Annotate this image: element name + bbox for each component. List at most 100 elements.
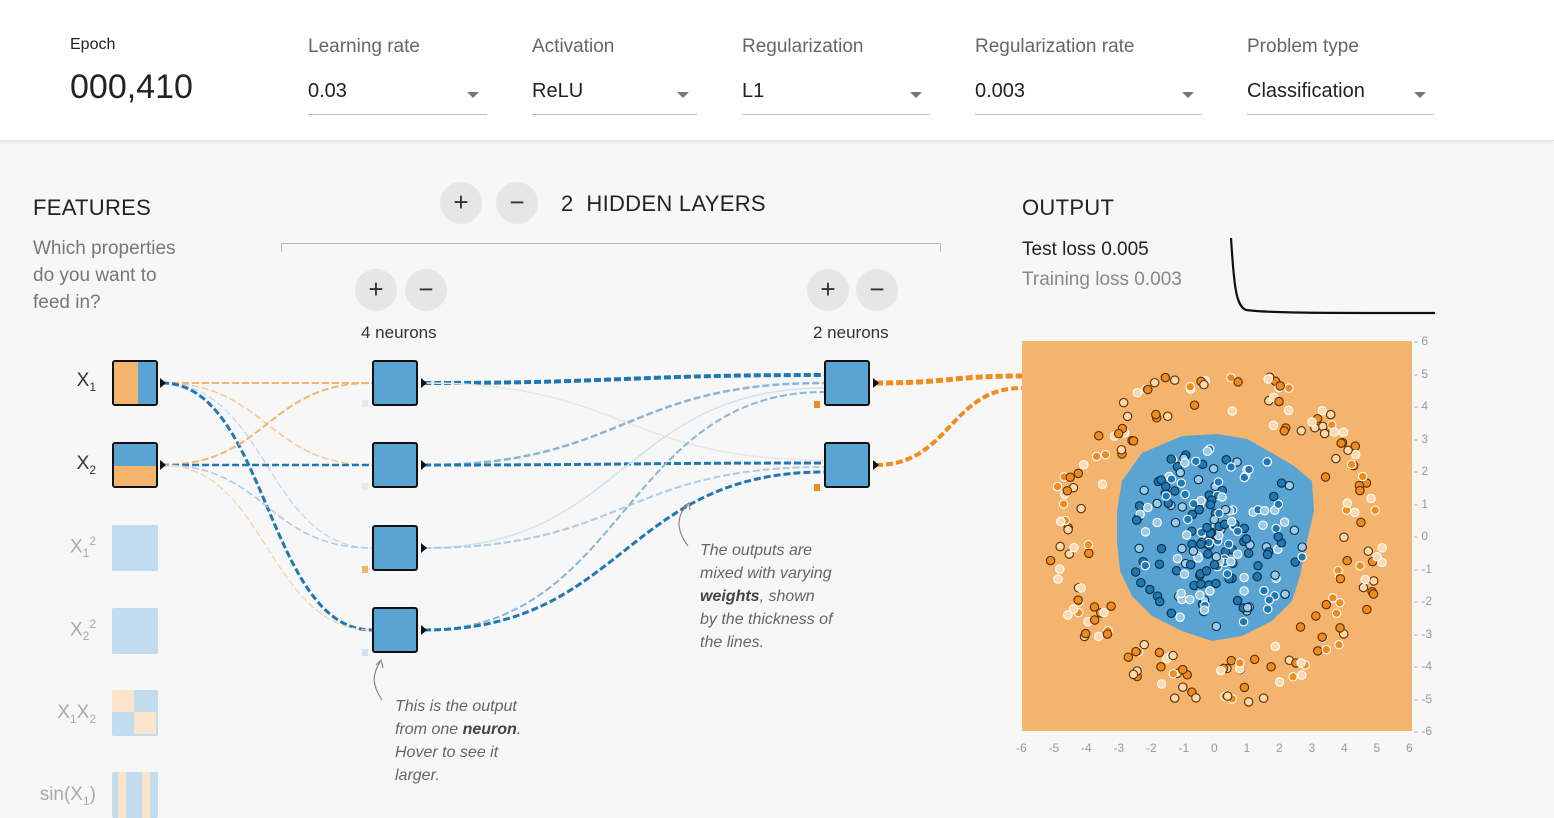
data-point xyxy=(1263,374,1273,384)
data-point xyxy=(1152,517,1162,528)
data-point xyxy=(1317,632,1327,642)
feature-node-sin-x1[interactable] xyxy=(112,772,158,818)
data-point xyxy=(1140,560,1151,571)
data-point xyxy=(1188,546,1199,556)
output-heading: OUTPUT xyxy=(1022,195,1115,220)
data-point xyxy=(1156,679,1167,689)
data-point xyxy=(1208,464,1219,474)
neuron-node[interactable] xyxy=(824,442,870,488)
data-point xyxy=(1226,516,1237,527)
neuron-node[interactable] xyxy=(372,360,418,406)
feature-node-x1x2[interactable] xyxy=(112,690,158,736)
bias-marker xyxy=(362,566,368,573)
data-point xyxy=(1179,569,1190,579)
data-point xyxy=(1097,479,1108,489)
add-layer-button[interactable]: + xyxy=(440,182,482,224)
neuron-node[interactable] xyxy=(824,360,870,406)
data-point xyxy=(1268,420,1279,431)
node-output-arrow xyxy=(160,460,166,470)
data-point xyxy=(1191,456,1201,467)
remove-neuron-button[interactable]: − xyxy=(856,269,898,311)
data-point xyxy=(1259,506,1270,516)
data-point xyxy=(1139,639,1150,650)
data-point xyxy=(1151,409,1161,420)
data-point xyxy=(1202,522,1212,533)
data-point xyxy=(1296,426,1307,436)
data-point xyxy=(1241,534,1252,544)
data-point xyxy=(1368,576,1379,586)
data-point xyxy=(1211,552,1222,562)
data-point xyxy=(1171,565,1182,576)
data-point xyxy=(1368,589,1379,599)
neuron-node[interactable] xyxy=(372,442,418,488)
data-point xyxy=(1331,608,1342,619)
annotation-arrow xyxy=(373,661,383,701)
data-point xyxy=(1176,588,1187,599)
data-point xyxy=(1325,409,1336,420)
data-point xyxy=(1177,664,1188,675)
data-point xyxy=(1216,665,1226,676)
node-output-arrow xyxy=(421,460,427,470)
data-point xyxy=(1143,384,1153,395)
data-point xyxy=(1226,556,1236,567)
data-point xyxy=(1258,693,1269,703)
data-point xyxy=(1335,574,1346,584)
add-neuron-button[interactable]: + xyxy=(355,269,397,311)
y-tick-label: - 2 xyxy=(1414,464,1429,478)
neuron-node[interactable] xyxy=(372,607,418,653)
data-point xyxy=(1180,489,1190,500)
data-point xyxy=(1279,426,1290,436)
data-point xyxy=(1342,555,1352,566)
test-loss: Test loss 0.005 xyxy=(1022,239,1149,260)
data-point xyxy=(1209,559,1220,570)
y-tick-label: - -3 xyxy=(1414,626,1432,641)
data-point xyxy=(1080,628,1091,639)
data-point xyxy=(1172,553,1183,564)
hidden-layers-label: HIDDEN LAYERS xyxy=(586,191,766,216)
feature-node-x2-squared[interactable] xyxy=(112,608,158,654)
feature-node-x2[interactable] xyxy=(112,442,158,488)
x-tick-label: 4 xyxy=(1341,741,1348,755)
data-point xyxy=(1183,514,1193,525)
data-point xyxy=(1288,672,1298,682)
data-point xyxy=(1320,472,1331,482)
data-point xyxy=(1372,552,1382,562)
data-point xyxy=(1176,478,1187,488)
neuron-annotation: This is the output from one neuron. Hove… xyxy=(395,698,522,784)
data-point xyxy=(1063,524,1073,535)
data-point xyxy=(1073,468,1084,479)
bias-marker xyxy=(362,483,368,490)
data-point xyxy=(1122,411,1133,422)
remove-neuron-button[interactable]: − xyxy=(405,269,447,311)
data-point xyxy=(1154,559,1165,569)
decision-boundary xyxy=(1045,372,1388,707)
data-point xyxy=(1189,400,1200,410)
x-tick-label: 2 xyxy=(1276,741,1283,755)
data-point xyxy=(1280,589,1290,599)
add-neuron-button[interactable]: + xyxy=(807,269,849,311)
data-point xyxy=(1199,605,1210,615)
data-point xyxy=(1239,572,1249,583)
data-point xyxy=(1102,629,1113,639)
data-point xyxy=(1269,491,1279,502)
data-point xyxy=(1118,397,1129,408)
x-tick-label: -4 xyxy=(1081,741,1092,755)
y-tick-label: - -1 xyxy=(1414,561,1432,576)
feature-node-x1[interactable] xyxy=(112,360,158,406)
output-heatmap[interactable] xyxy=(1022,341,1412,731)
data-point xyxy=(1099,607,1109,618)
neuron-node[interactable] xyxy=(372,525,418,571)
link xyxy=(423,461,825,467)
data-point xyxy=(1084,548,1094,559)
data-point xyxy=(1068,604,1079,614)
data-point xyxy=(1284,480,1295,491)
data-point xyxy=(1317,406,1328,416)
data-point xyxy=(1271,523,1281,534)
data-point xyxy=(1262,457,1272,467)
data-point xyxy=(1180,458,1190,468)
feature-node-x1-squared[interactable] xyxy=(112,525,158,571)
data-point xyxy=(1161,491,1171,501)
data-point xyxy=(1131,515,1142,525)
data-point xyxy=(1211,621,1222,632)
remove-layer-button[interactable]: − xyxy=(496,182,538,224)
